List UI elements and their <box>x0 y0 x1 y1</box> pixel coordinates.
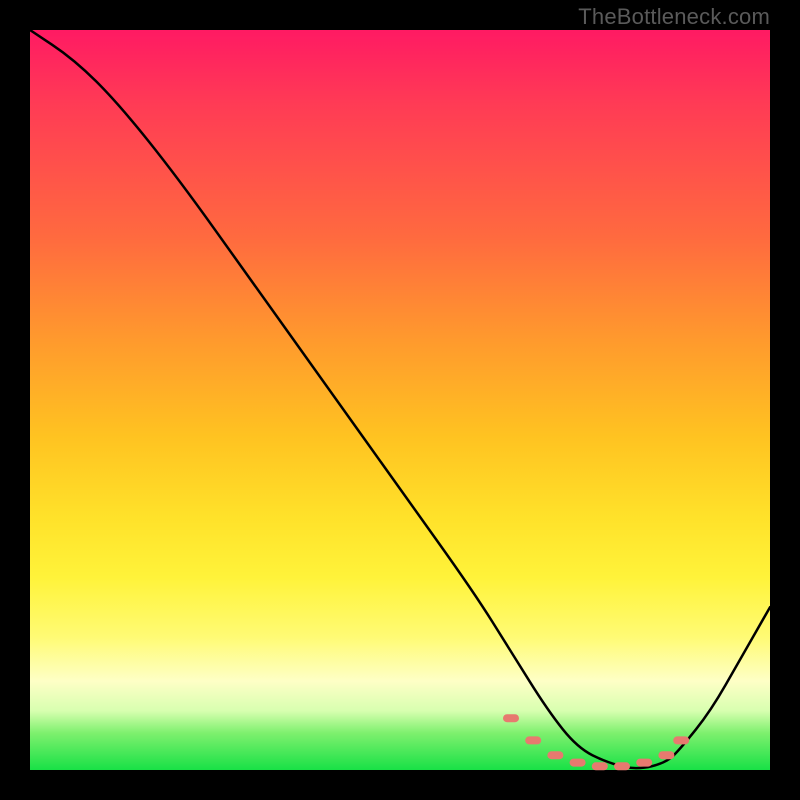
chart-frame: TheBottleneck.com <box>0 0 800 800</box>
optimal-marker <box>570 759 586 767</box>
optimal-marker <box>636 759 652 767</box>
optimal-marker <box>525 736 541 744</box>
bottleneck-curve-path <box>30 30 770 768</box>
optimal-marker <box>658 751 674 759</box>
optimal-marker <box>614 762 630 770</box>
chart-overlay <box>30 30 770 770</box>
plot-area <box>30 30 770 770</box>
optimal-marker <box>592 762 608 770</box>
optimal-marker <box>547 751 563 759</box>
optimal-marker <box>503 714 519 722</box>
bottleneck-curve <box>30 30 770 768</box>
watermark-text: TheBottleneck.com <box>578 4 770 30</box>
optimal-marker <box>673 736 689 744</box>
